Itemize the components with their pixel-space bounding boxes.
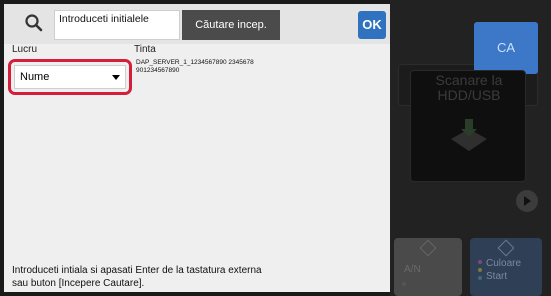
work-dropdown[interactable]: Nume [14, 65, 126, 89]
ok-button[interactable]: OK [358, 11, 386, 39]
start-search-button[interactable]: Căutare incep. [182, 10, 280, 40]
work-dropdown-value: Nume [20, 71, 50, 83]
scan-tile-label: Scanare la HDD/USB [435, 72, 503, 103]
start-label: Start [486, 271, 508, 282]
play-icon [516, 190, 538, 212]
hint-text: Introduceti intiala si apasati Enter de … [12, 265, 262, 289]
color-start-button: Culoare Start [470, 238, 542, 296]
target-value: DAP_SERVER_1_1234567890 2345678901234567… [136, 59, 254, 74]
search-input[interactable]: Introduceti initialele [54, 10, 180, 40]
diamond-icon [497, 239, 515, 257]
black-dot [402, 282, 406, 286]
bw-label: A/N [404, 264, 421, 275]
scan-to-hdd-usb-tile: Scanare la HDD/USB [410, 70, 526, 182]
work-dropdown-highlight: Nume [8, 59, 132, 95]
target-column-header: Tinta [134, 44, 156, 55]
ca-button: CA [474, 22, 538, 74]
color-label: Culoare [486, 258, 522, 269]
background-home-screen: CA Scanare la HDD/USB A/N Culoare Start [390, 0, 551, 296]
bw-start-button: A/N [394, 238, 462, 296]
work-column-header: Lucru [12, 44, 38, 55]
search-icon[interactable] [24, 13, 44, 33]
chevron-down-icon [112, 75, 120, 80]
address-search-panel: Introduceti initialele Căutare incep. OK… [4, 4, 390, 292]
diamond-icon [419, 239, 437, 257]
scan-to-folder-icon [447, 117, 491, 153]
search-bar: Introduceti initialele Căutare incep. OK [4, 4, 390, 44]
